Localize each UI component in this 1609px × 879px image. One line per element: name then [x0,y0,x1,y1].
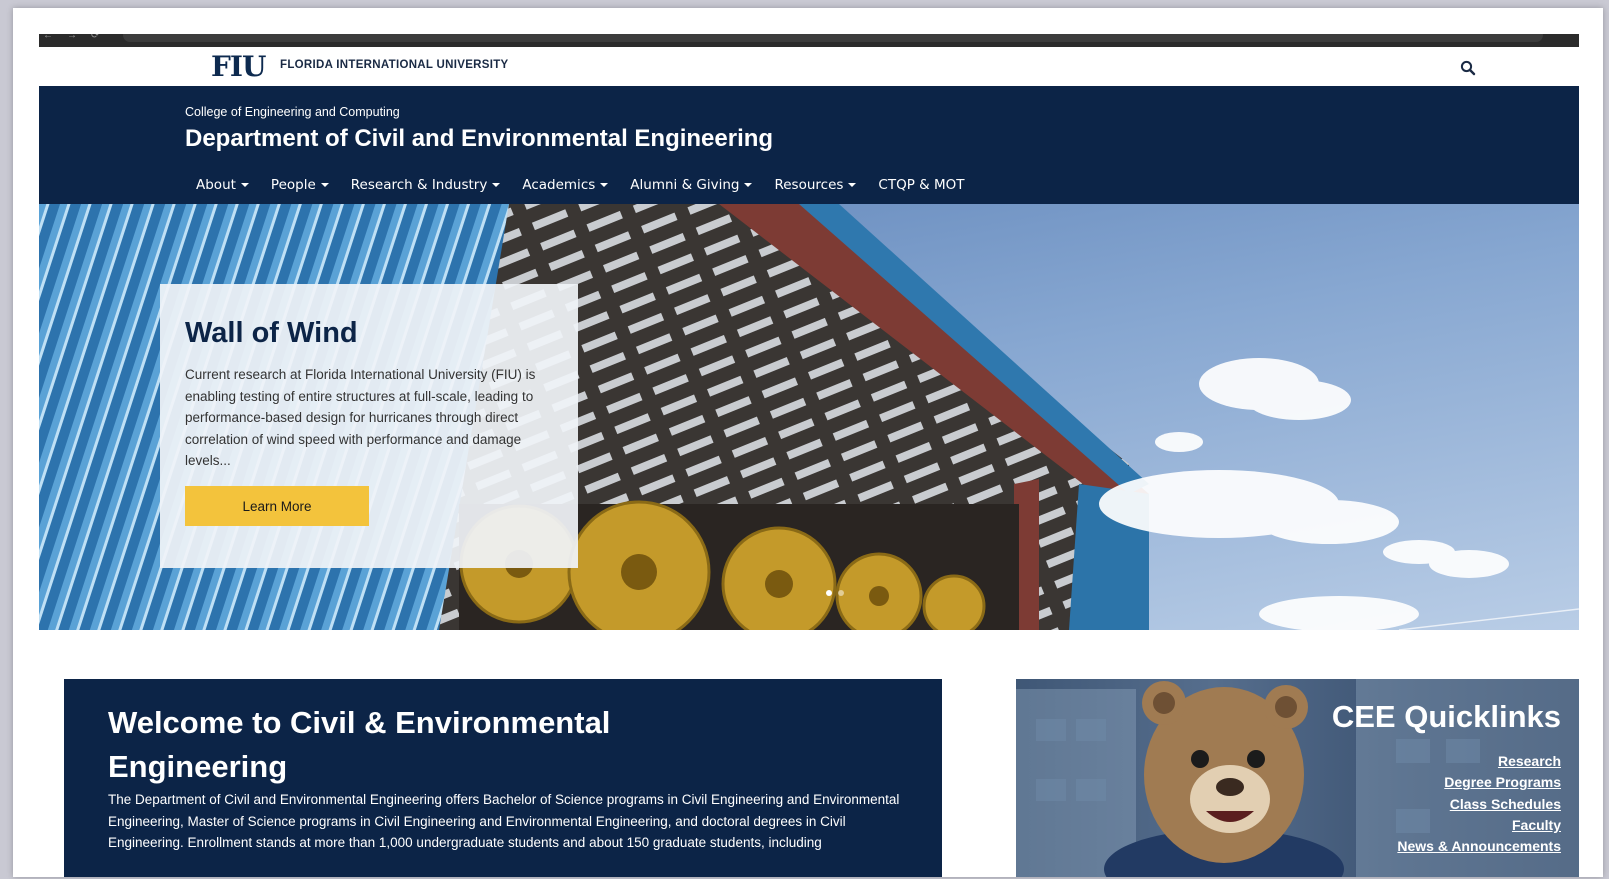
quicklink-faculty[interactable]: Faculty [1512,815,1561,836]
search-button[interactable] [1460,60,1476,76]
caret-down-icon [744,183,753,187]
caret-down-icon [240,183,249,187]
welcome-section: Welcome to Civil & Environmental Enginee… [64,679,942,877]
forward-icon[interactable]: → [67,34,77,41]
nav-item-about[interactable]: About [185,177,260,193]
welcome-text: The Department of Civil and Environmenta… [108,792,900,850]
quicklinks-title: CEE Quicklinks [1331,699,1561,734]
nav-item-resources[interactable]: Resources [763,177,867,193]
main-nav: About People Research & Industry Academi… [185,177,976,193]
quicklinks-panel: CEE Quicklinks Research Degree Programs … [1016,679,1579,877]
hero-card: Wall of Wind Current research at Florida… [160,284,578,568]
nav-item-ctqp-mot[interactable]: CTQP & MOT [867,177,975,193]
nav-item-label: About [196,177,236,193]
caret-down-icon [492,183,501,187]
nav-item-label: People [270,177,316,193]
address-bar[interactable]: localhost [123,34,1543,42]
slider-dots [826,590,844,596]
university-topbar: FIU FLORIDA INTERNATIONAL UNIVERSITY [39,47,1579,86]
nav-item-academics[interactable]: Academics [511,177,619,193]
browser-window: ← → ⟳ localhost FIU FLORIDA INTERNATIONA… [13,8,1603,877]
nav-item-label: CTQP & MOT [878,177,965,193]
hero-title: Wall of Wind [185,317,358,349]
nav-item-label: Resources [774,177,844,193]
college-name[interactable]: College of Engineering and Computing [185,105,400,119]
nav-item-research-industry[interactable]: Research & Industry [340,177,512,193]
nav-item-alumni-giving[interactable]: Alumni & Giving [619,177,763,193]
nav-item-people[interactable]: People [260,177,340,193]
caret-down-icon [320,183,329,187]
quicklinks-list: Research Degree Programs Class Schedules… [1397,751,1561,857]
quicklink-class-schedules[interactable]: Class Schedules [1450,794,1561,815]
caret-down-icon [600,183,609,187]
university-name[interactable]: FLORIDA INTERNATIONAL UNIVERSITY [280,59,509,71]
nav-item-label: Research & Industry [350,177,488,193]
caret-down-icon [848,183,857,187]
back-icon[interactable]: ← [43,34,53,41]
search-icon [1460,60,1476,76]
nav-item-label: Academics [522,177,596,193]
reload-icon[interactable]: ⟳ [91,34,99,41]
nav-item-label: Alumni & Giving [630,177,740,193]
browser-toolbar: ← → ⟳ localhost [39,34,1579,47]
slider-dot-1[interactable] [826,590,832,596]
quicklink-news-announcements[interactable]: News & Announcements [1397,836,1561,857]
hero-slider: Wall of Wind Current research at Florida… [39,204,1579,630]
hero-description: Current research at Florida Internationa… [185,367,536,468]
slider-dot-2[interactable] [838,590,844,596]
department-title[interactable]: Department of Civil and Environmental En… [185,125,773,153]
welcome-title: Welcome to Civil & Environmental Enginee… [108,705,611,784]
quicklink-research[interactable]: Research [1498,751,1561,772]
department-header: College of Engineering and Computing Dep… [39,86,1579,204]
quicklink-degree-programs[interactable]: Degree Programs [1444,772,1561,793]
fiu-logo[interactable]: FIU [211,53,266,81]
learn-more-button[interactable]: Learn More [185,486,369,526]
